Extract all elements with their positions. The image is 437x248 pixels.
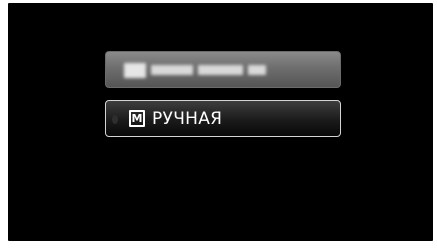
camera-menu-screen: M РУЧНАЯ (8, 3, 433, 241)
blurred-label (124, 62, 266, 78)
selection-bullet-icon (112, 115, 118, 124)
blurred-text-segment (248, 65, 266, 75)
blurred-text-segment (198, 65, 243, 75)
menu-item-manual[interactable]: M РУЧНАЯ (105, 100, 341, 137)
blurred-icon (124, 62, 146, 78)
manual-mode-icon: M (129, 110, 145, 127)
blurred-text-segment (151, 65, 193, 75)
menu-item-blurred[interactable] (105, 51, 341, 88)
menu-item-label: РУЧНАЯ (152, 109, 223, 129)
